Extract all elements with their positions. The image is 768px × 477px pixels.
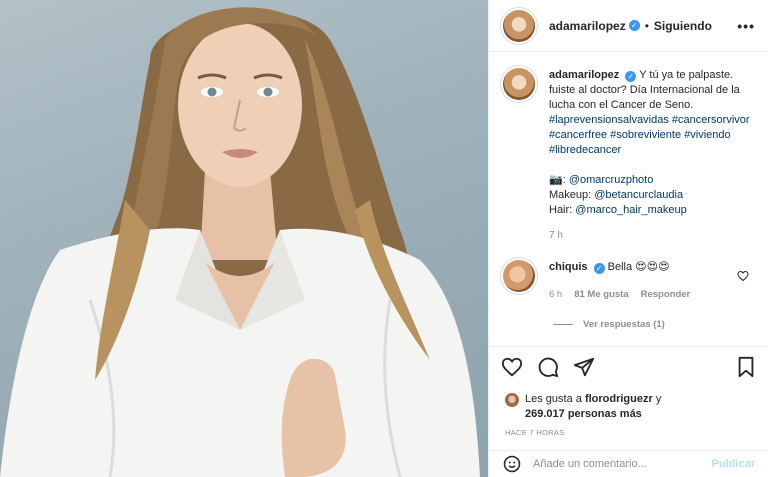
author-username[interactable]: adamarilopez [549,19,626,33]
credit-makeup: Makeup: @betancurclaudia [549,188,759,203]
view-replies-button[interactable]: Ver respuestas (1) [553,319,665,330]
post-header: adamarilopez ✓ • Siguiendo ••• [489,0,768,52]
comment-input[interactable]: Añade un comentario... [533,458,647,470]
comment-likes[interactable]: 81 Me gusta [574,287,628,302]
liker-username[interactable]: florodriguezr [585,393,653,405]
likes-count[interactable]: 269.017 personas más [525,408,642,420]
more-horizontal-icon[interactable]: ••• [737,18,755,34]
like-heart-icon[interactable] [501,356,523,378]
camera-icon: 📷: [549,174,569,186]
add-comment-bar: Añade un comentario... Publicar [489,450,768,477]
comment-text: Bella 😍😍😍 [607,261,670,273]
publish-button[interactable]: Publicar [712,458,755,470]
credit-photo-handle[interactable]: @omarcruzphoto [569,174,654,186]
credit-hair-label: Hair: [549,204,576,216]
comment-time[interactable]: 6 h [549,287,562,302]
credit-hair-handle[interactable]: @marco_hair_makeup [575,204,686,216]
comment-item: chiquis ✓ Bella 😍😍😍 6 h 81 Me gusta Resp… [503,260,759,302]
commenter-username[interactable]: chiquis [549,261,588,273]
caption-author-avatar[interactable] [503,68,535,100]
caption-time[interactable]: 7 h [549,228,759,243]
credit-makeup-handle[interactable]: @betancurclaudia [594,189,683,201]
post-timestamp[interactable]: HACE 7 HORAS [505,428,564,437]
view-replies-label: Ver respuestas (1) [583,319,665,330]
credit-hair: Hair: @marco_hair_makeup [549,203,759,218]
credit-makeup-label: Makeup: [549,189,595,201]
save-bookmark-icon[interactable] [735,356,757,378]
reply-button[interactable]: Responder [641,287,691,302]
header-separator: • [644,18,649,33]
follow-status-button[interactable]: Siguiendo [654,19,712,33]
commenter-avatar[interactable] [503,260,535,292]
liker-avatar[interactable] [505,393,519,407]
comment-like-heart-icon[interactable] [737,270,749,282]
likes-summary: Les gusta a florodriguezr y 269.017 pers… [505,392,661,422]
post-caption: adamarilopez ✓ Y tú ya te palpaste. fuis… [503,68,759,243]
comment-bubble-icon[interactable] [537,356,559,378]
likes-prefix: Les gusta a [525,393,585,405]
emoji-icon[interactable] [503,455,521,473]
caption-hashtags[interactable]: #laprevensionsalvavidas #cancersorvivor … [549,114,750,156]
verified-check-icon: ✓ [625,71,637,82]
share-paper-plane-icon[interactable] [573,356,595,378]
post-actions [489,346,768,386]
author-avatar[interactable] [503,9,535,42]
credit-photo: 📷: @omarcruzphoto [549,173,759,188]
likes-connector: y [652,393,662,405]
post-photo[interactable] [0,0,488,477]
replies-divider [553,324,573,325]
verified-check-icon: ✓ [628,20,640,31]
post-sidebar: adamarilopez ✓ • Siguiendo ••• adamarilo… [488,0,768,477]
caption-author-username[interactable]: adamarilopez [549,69,619,81]
verified-check-icon: ✓ [593,263,605,274]
portrait-illustration [0,7,480,477]
